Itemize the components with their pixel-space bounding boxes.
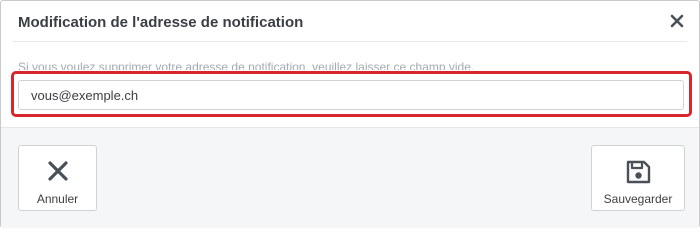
notification-address-dialog: Modification de l'adresse de notificatio… [0, 0, 700, 228]
close-button[interactable] [669, 13, 685, 29]
dialog-footer: Annuler Sauvegarder [1, 127, 699, 228]
close-icon [670, 14, 684, 28]
dialog-header: Modification de l'adresse de notificatio… [1, 1, 699, 41]
hint-text: Si vous voulez supprimer votre adresse d… [18, 60, 475, 70]
save-button[interactable]: Sauvegarder [591, 145, 685, 211]
email-field[interactable] [18, 80, 684, 110]
cancel-button[interactable]: Annuler [18, 145, 97, 211]
dialog-title: Modification de l'adresse de notificatio… [18, 14, 304, 31]
x-icon [47, 161, 68, 181]
save-label: Sauvegarder [603, 192, 673, 206]
header-divider [13, 41, 687, 42]
cancel-label: Annuler [36, 192, 79, 206]
floppy-disk-icon [626, 160, 651, 184]
